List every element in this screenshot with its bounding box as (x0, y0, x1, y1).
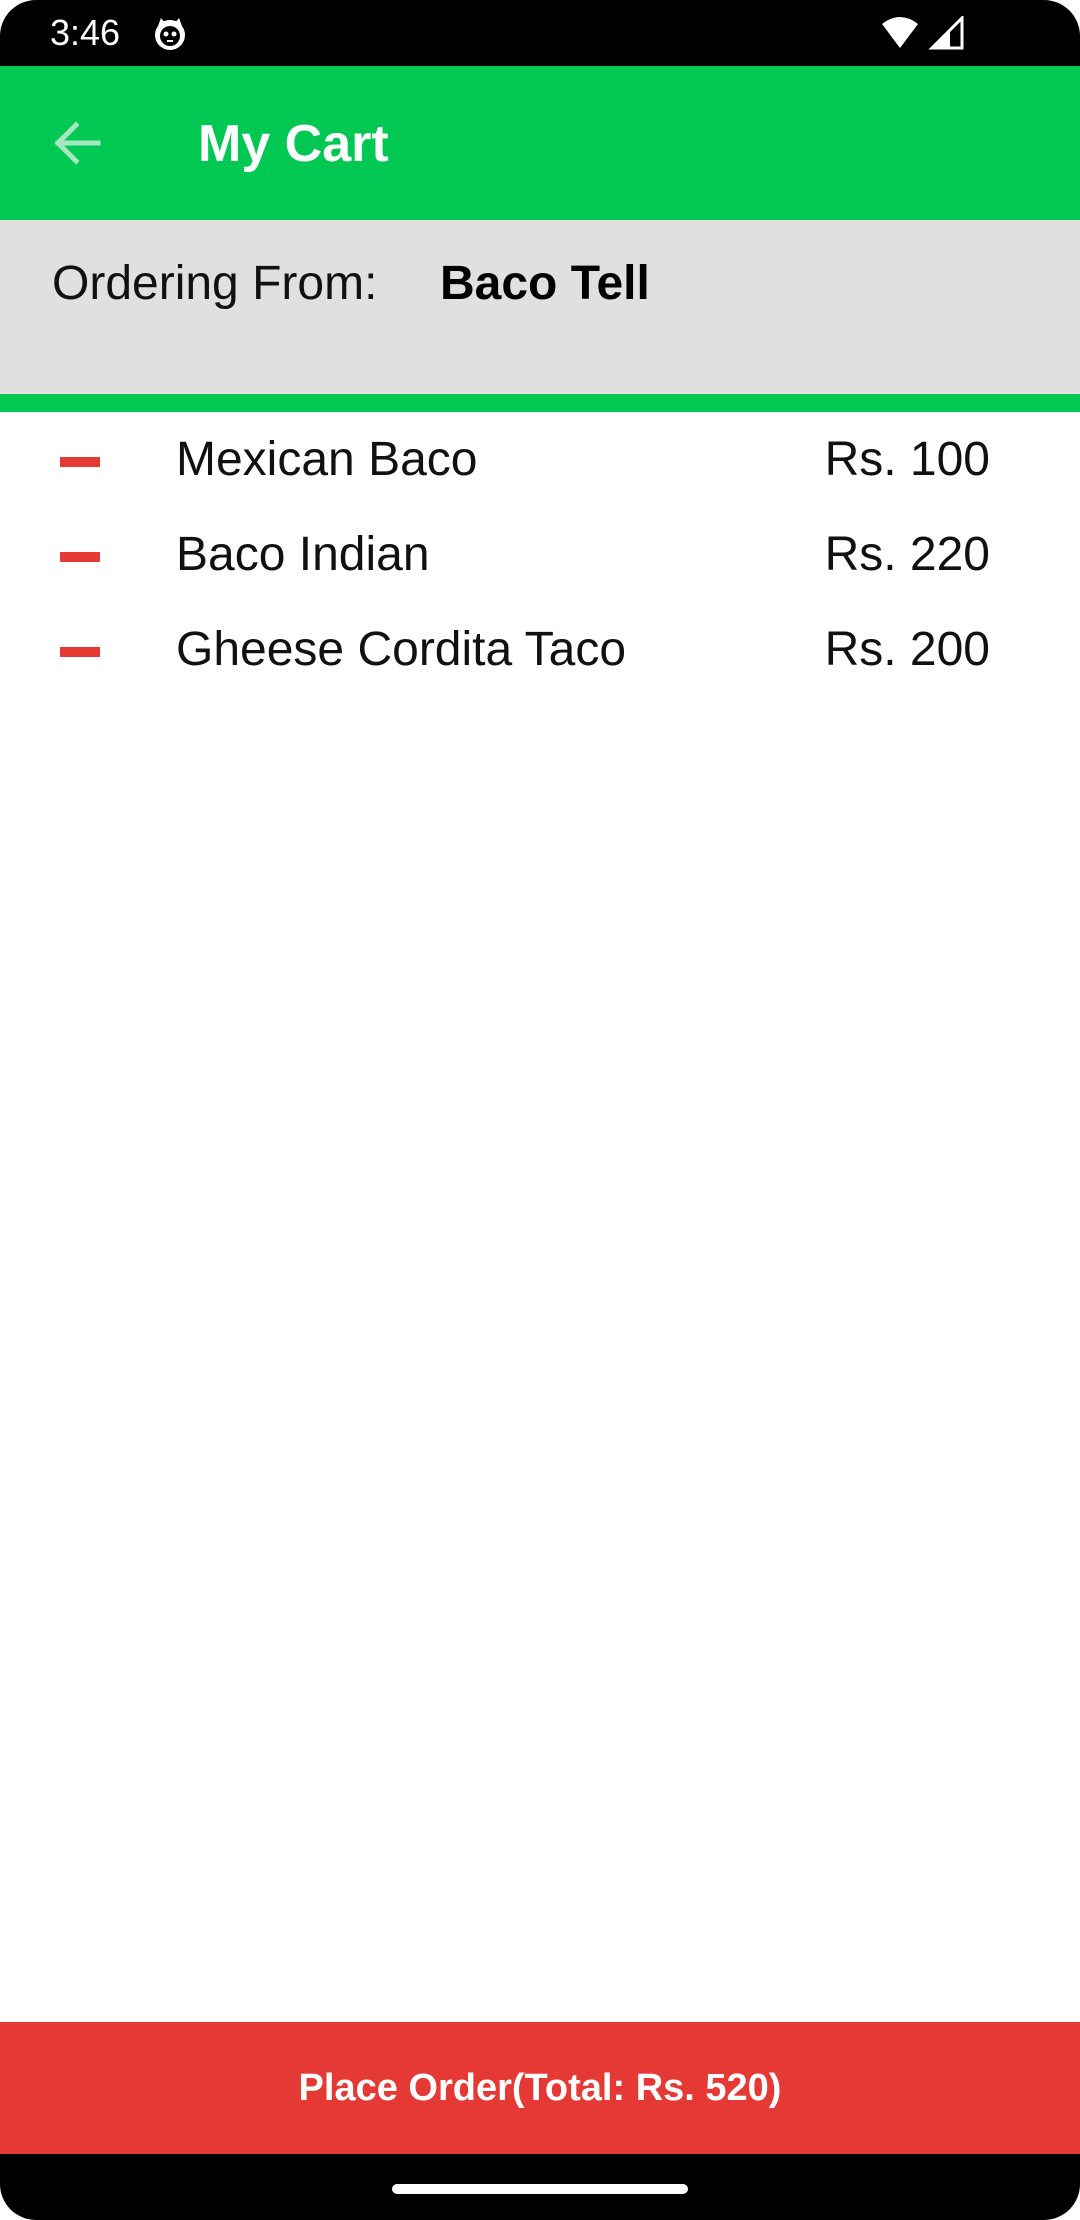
remove-icon (60, 552, 100, 562)
cart-item-row: Gheese Cordita Taco Rs. 200 (0, 602, 1080, 697)
arrow-back-icon (52, 118, 102, 173)
status-bar: 3:46 (0, 0, 1080, 66)
app-bar: My Cart (0, 66, 1080, 220)
home-gesture-handle[interactable] (392, 2184, 688, 2194)
ordering-from-panel: Ordering From: Baco Tell (0, 220, 1080, 394)
wifi-icon (880, 16, 920, 50)
restaurant-name: Baco Tell (440, 257, 650, 310)
remove-item-button[interactable] (40, 529, 120, 585)
page-title: My Cart (198, 115, 389, 173)
place-order-button[interactable]: Place Order(Total: Rs. 520) (0, 2022, 1080, 2154)
cat-face-icon (152, 16, 188, 52)
remove-item-button[interactable] (40, 434, 120, 490)
cart-item-row: Baco Indian Rs. 220 (0, 507, 1080, 602)
status-time: 3:46 (50, 12, 121, 53)
cell-signal-icon (928, 14, 964, 50)
remove-item-button[interactable] (40, 624, 120, 680)
divider (0, 394, 1080, 412)
cart-item-price: Rs. 100 (824, 433, 990, 486)
remove-icon (60, 647, 100, 657)
cart-list: Mexican Baco Rs. 100 Baco Indian Rs. 220… (0, 412, 1080, 697)
navigation-bar (0, 2154, 1080, 2220)
remove-icon (60, 457, 100, 467)
ordering-from-label: Ordering From: (52, 257, 378, 310)
cart-item-price: Rs. 200 (824, 623, 990, 676)
cart-item-name: Baco Indian (176, 528, 430, 581)
back-button[interactable] (36, 108, 118, 182)
cart-item-name: Gheese Cordita Taco (176, 623, 627, 676)
cart-screen: 3:46 My Cart Ordering From: Baco Tell Me… (0, 0, 1080, 2220)
cart-item-price: Rs. 220 (824, 528, 990, 581)
cart-item-row: Mexican Baco Rs. 100 (0, 412, 1080, 507)
cart-item-name: Mexican Baco (176, 433, 478, 486)
